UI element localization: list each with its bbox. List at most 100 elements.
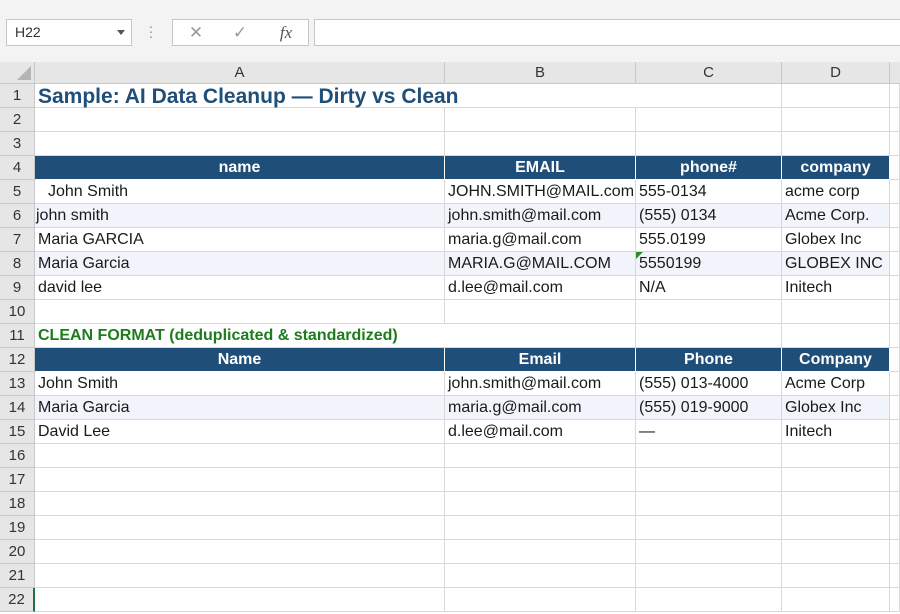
cell-d20[interactable] xyxy=(782,540,890,564)
cell-e8[interactable] xyxy=(890,252,900,276)
cell-c7[interactable]: 555.0199 xyxy=(636,228,782,252)
cell-b7[interactable]: maria.g@mail.com xyxy=(445,228,636,252)
cell-c20[interactable] xyxy=(636,540,782,564)
cell-a5[interactable]: John Smith xyxy=(35,180,445,204)
cell-a15[interactable]: David Lee xyxy=(35,420,445,444)
cell-a16[interactable] xyxy=(35,444,445,468)
chevron-down-icon[interactable] xyxy=(117,30,125,35)
header-cell-name[interactable]: Name xyxy=(35,348,445,372)
cell-e11[interactable] xyxy=(890,324,900,348)
row-header[interactable]: 14 xyxy=(0,396,35,420)
cell-b9[interactable]: d.lee@mail.com xyxy=(445,276,636,300)
enter-icon[interactable]: ✓ xyxy=(225,20,255,45)
cell-e19[interactable] xyxy=(890,516,900,540)
column-header-a[interactable]: A xyxy=(35,62,445,84)
cell-a20[interactable] xyxy=(35,540,445,564)
cell-d16[interactable] xyxy=(782,444,890,468)
row-header[interactable]: 22 xyxy=(0,588,35,612)
row-header[interactable]: 5 xyxy=(0,180,35,204)
cell-e14[interactable] xyxy=(890,396,900,420)
cell-e15[interactable] xyxy=(890,420,900,444)
cell-d19[interactable] xyxy=(782,516,890,540)
cell-b21[interactable] xyxy=(445,564,636,588)
cell-d10[interactable] xyxy=(782,300,890,324)
cell-d2[interactable] xyxy=(782,108,890,132)
cell-d3[interactable] xyxy=(782,132,890,156)
column-header-b[interactable]: B xyxy=(445,62,636,84)
row-header[interactable]: 7 xyxy=(0,228,35,252)
cell-a19[interactable] xyxy=(35,516,445,540)
cell-c5[interactable]: 555-0134 xyxy=(636,180,782,204)
cell-a9[interactable]: david lee xyxy=(35,276,445,300)
name-box[interactable]: H22 xyxy=(6,19,132,46)
cell-a10[interactable] xyxy=(35,300,445,324)
row-header[interactable]: 16 xyxy=(0,444,35,468)
cell-e1[interactable] xyxy=(890,84,900,108)
cell-c6[interactable]: (555) 0134 xyxy=(636,204,782,228)
row-header[interactable]: 18 xyxy=(0,492,35,516)
more-options-icon[interactable]: · · · xyxy=(148,19,154,43)
cell-a7[interactable]: Maria GARCIA xyxy=(35,228,445,252)
cell-c17[interactable] xyxy=(636,468,782,492)
cell-c1[interactable] xyxy=(636,84,782,108)
cell-c3[interactable] xyxy=(636,132,782,156)
cell-d6[interactable]: Acme Corp. xyxy=(782,204,890,228)
cell-e6[interactable] xyxy=(890,204,900,228)
row-header[interactable]: 20 xyxy=(0,540,35,564)
cell-c18[interactable] xyxy=(636,492,782,516)
cell-e17[interactable] xyxy=(890,468,900,492)
cell-b1[interactable] xyxy=(445,84,636,108)
insert-function-icon[interactable]: fx xyxy=(271,20,301,45)
cell-b6[interactable]: john.smith@mail.com xyxy=(445,204,636,228)
cell-c11[interactable] xyxy=(636,324,782,348)
header-cell-phone[interactable]: phone# xyxy=(636,156,782,180)
cell-a13[interactable]: John Smith xyxy=(35,372,445,396)
row-header[interactable]: 4 xyxy=(0,156,35,180)
header-cell-phone[interactable]: Phone xyxy=(636,348,782,372)
cell-e20[interactable] xyxy=(890,540,900,564)
row-header[interactable]: 13 xyxy=(0,372,35,396)
cell-c2[interactable] xyxy=(636,108,782,132)
cell-e22[interactable] xyxy=(890,588,900,612)
cell-a6[interactable]: john smith xyxy=(35,204,445,228)
cell-c22[interactable] xyxy=(636,588,782,612)
row-header[interactable]: 11 xyxy=(0,324,35,348)
cell-e12[interactable] xyxy=(890,348,900,372)
cell-c9[interactable]: N/A xyxy=(636,276,782,300)
cell-c19[interactable] xyxy=(636,516,782,540)
cell-a2[interactable] xyxy=(35,108,445,132)
header-cell-email[interactable]: EMAIL xyxy=(445,156,636,180)
cell-e18[interactable] xyxy=(890,492,900,516)
cell-c21[interactable] xyxy=(636,564,782,588)
cell-b15[interactable]: d.lee@mail.com xyxy=(445,420,636,444)
cell-d5[interactable]: acme corp xyxy=(782,180,890,204)
cell-d21[interactable] xyxy=(782,564,890,588)
row-header[interactable]: 17 xyxy=(0,468,35,492)
cell-e16[interactable] xyxy=(890,444,900,468)
cancel-icon[interactable]: ✕ xyxy=(181,20,211,45)
header-cell-company[interactable]: Company xyxy=(782,348,890,372)
cell-a22[interactable] xyxy=(35,588,445,612)
cell-b8[interactable]: MARIA.G@MAIL.COM xyxy=(445,252,636,276)
cell-b17[interactable] xyxy=(445,468,636,492)
row-header[interactable]: 19 xyxy=(0,516,35,540)
select-all-button[interactable] xyxy=(0,62,35,84)
cell-b14[interactable]: maria.g@mail.com xyxy=(445,396,636,420)
row-header[interactable]: 8 xyxy=(0,252,35,276)
row-header[interactable]: 1 xyxy=(0,84,35,108)
cell-e5[interactable] xyxy=(890,180,900,204)
cell-d11[interactable] xyxy=(782,324,890,348)
cell-c15[interactable]: — xyxy=(636,420,782,444)
row-header[interactable]: 2 xyxy=(0,108,35,132)
cell-a3[interactable] xyxy=(35,132,445,156)
formula-input[interactable] xyxy=(314,19,900,46)
cell-a8[interactable]: Maria Garcia xyxy=(35,252,445,276)
row-header[interactable]: 9 xyxy=(0,276,35,300)
cell-d13[interactable]: Acme Corp xyxy=(782,372,890,396)
cell-e2[interactable] xyxy=(890,108,900,132)
row-header[interactable]: 6 xyxy=(0,204,35,228)
header-cell-name[interactable]: name xyxy=(35,156,445,180)
row-header[interactable]: 3 xyxy=(0,132,35,156)
cell-a21[interactable] xyxy=(35,564,445,588)
cell-b22[interactable] xyxy=(445,588,636,612)
